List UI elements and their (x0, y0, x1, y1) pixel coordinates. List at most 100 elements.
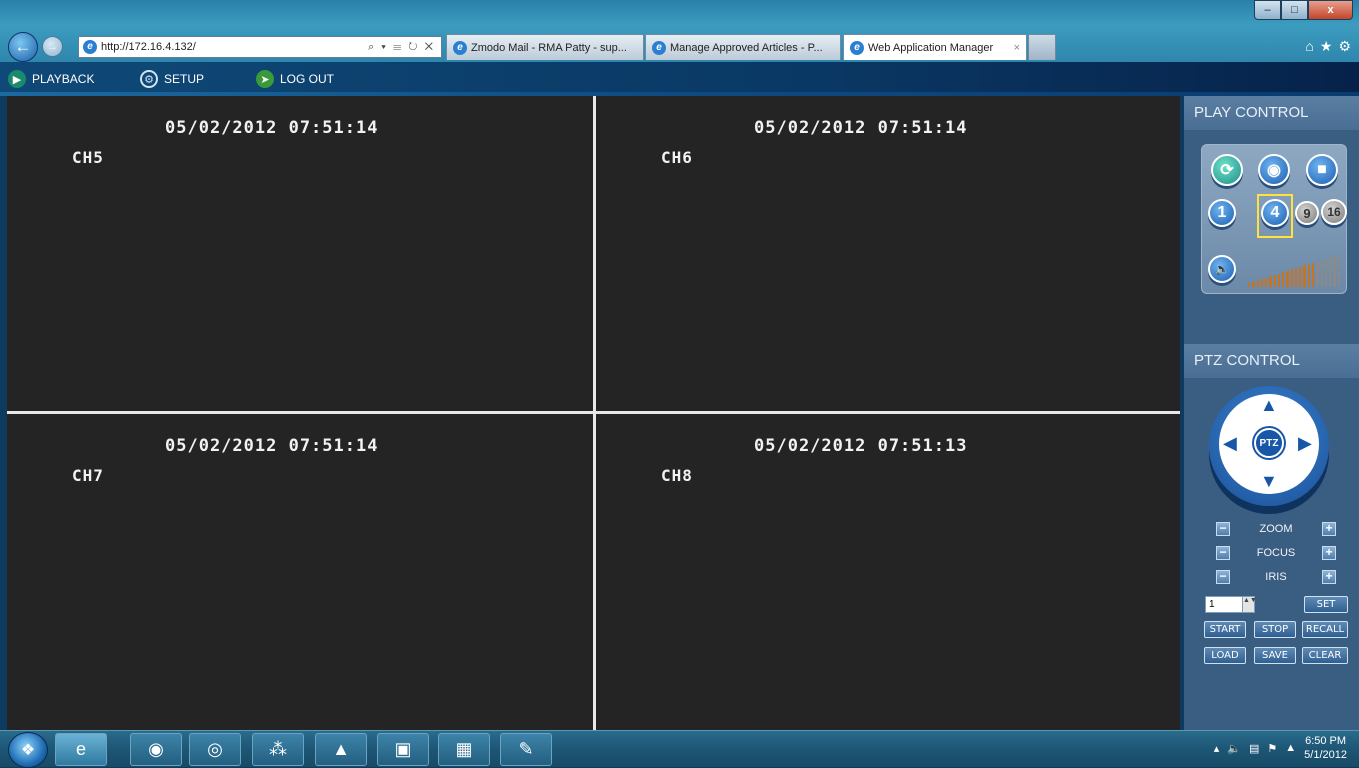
ptz-joystick-pad: ▲ ▼ ◀ ▶ PTZ (1219, 394, 1319, 494)
clear-button[interactable]: CLEAR (1302, 647, 1348, 664)
layout-16-button[interactable]: 16 (1321, 199, 1347, 225)
forward-arrow-icon: → (47, 40, 58, 53)
zoom-plus-button[interactable]: + (1322, 522, 1336, 536)
address-tools-icons[interactable]: ⌕ ▾ ☰ ↻ ✕ (368, 41, 441, 54)
favorites-star-icon[interactable]: ★ (1320, 38, 1333, 55)
firefox-icon[interactable]: ◉ (130, 733, 182, 766)
paint-icon[interactable]: ✎ (500, 733, 552, 766)
windows-taskbar: ❖ e ◉ ◎ ⁂ ▲ ▣ ▦ ✎ ▴ 🔈 ▤ ⚑ ▲ 6:50 PM 5/1/… (0, 730, 1359, 768)
file-explorer-icon[interactable]: ▦ (438, 733, 490, 766)
recall-button[interactable]: RECALL (1302, 621, 1348, 638)
start-button[interactable]: ❖ (8, 732, 48, 768)
google-drive-tray-icon[interactable]: ▲ (1285, 742, 1296, 754)
setup-label: SETUP (164, 72, 205, 86)
video-grid: 05/02/2012 07:51:14 CH5 05/02/2012 07:51… (7, 96, 1180, 730)
set-button[interactable]: SET (1304, 596, 1348, 613)
stop-button[interactable]: STOP (1254, 621, 1296, 638)
iris-minus-button[interactable]: − (1216, 570, 1230, 584)
volume-icon[interactable]: 🔈 (1227, 742, 1241, 755)
volume-bar (1265, 278, 1268, 287)
camera-channel-label: CH5 (72, 148, 104, 167)
load-button[interactable]: LOAD (1204, 647, 1246, 664)
show-hidden-icons-button[interactable]: ▴ (1214, 742, 1220, 755)
pan-left-arrow-icon[interactable]: ◀ (1223, 434, 1237, 452)
save-button[interactable]: SAVE (1254, 647, 1296, 664)
volume-bar (1311, 263, 1315, 287)
action-center-flag-icon[interactable]: ⚑ (1267, 742, 1277, 755)
preset-stepper[interactable]: ▲▼ (1242, 596, 1257, 613)
volume-bar (1324, 259, 1328, 287)
remote-desktop-icon[interactable]: ▣ (377, 733, 429, 766)
address-bar[interactable]: e http://172.16.4.132/ ⌕ ▾ ☰ ↻ ✕ (78, 36, 442, 58)
ie-tab-icon: e (453, 40, 467, 55)
home-icon[interactable]: ⌂ (1305, 38, 1313, 55)
gear-icon[interactable]: ⚙ (1338, 38, 1351, 55)
browser-toolbar: ⌂ ★ ⚙ (1305, 38, 1351, 55)
zoom-control: − ZOOM + (1216, 521, 1336, 537)
volume-bar (1260, 279, 1264, 287)
focus-minus-button[interactable]: − (1216, 546, 1230, 560)
google-drive-icon[interactable]: ▲ (315, 733, 367, 766)
setup-menu-button[interactable]: ⚙ SETUP (140, 70, 204, 88)
tab-close-icon[interactable]: × (1010, 42, 1020, 54)
volume-bar (1333, 256, 1336, 287)
volume-bar (1299, 267, 1302, 287)
pan-up-arrow-icon[interactable]: ▲ (1260, 396, 1278, 414)
camera-view-ch6[interactable]: 05/02/2012 07:51:14 CH6 (596, 96, 1180, 411)
clock-time: 6:50 PM (1305, 735, 1347, 747)
internet-explorer-icon[interactable]: e (55, 733, 107, 766)
play-control-box: ⟳ ◉ ■ 1 4 9 16 🔈 (1201, 144, 1347, 294)
new-tab-button[interactable] (1028, 34, 1056, 60)
volume-bar (1252, 282, 1255, 287)
network-icon[interactable]: ▤ (1249, 742, 1259, 755)
address-url[interactable]: http://172.16.4.132/ (101, 41, 368, 53)
ie-tab-icon: e (850, 40, 864, 55)
clock[interactable]: 6:50 PM 5/1/2012 (1304, 734, 1347, 762)
tab-web-application-manager[interactable]: e Web Application Manager × (843, 34, 1027, 60)
volume-bar (1248, 283, 1251, 287)
forward-button[interactable]: → (42, 36, 63, 57)
pan-right-arrow-icon[interactable]: ▶ (1298, 434, 1312, 452)
volume-bar (1269, 276, 1272, 287)
layout-9-button[interactable]: 9 (1295, 201, 1319, 225)
tab-label: Zmodo Mail - RMA Patty - sup... (471, 41, 627, 54)
focus-label: FOCUS (1256, 547, 1296, 559)
iris-plus-button[interactable]: + (1322, 570, 1336, 584)
snapshot-icon[interactable]: ◉ (1258, 154, 1290, 186)
gear-icon: ⚙ (140, 70, 158, 88)
fullscreen-icon[interactable]: ⟳ (1211, 154, 1243, 186)
tab-label: Manage Approved Articles - P... (670, 41, 823, 54)
logout-label: LOG OUT (280, 72, 335, 86)
playback-menu-button[interactable]: ▶ PLAYBACK (8, 70, 94, 88)
zoom-minus-button[interactable]: − (1216, 522, 1230, 536)
start-button[interactable]: START (1204, 621, 1246, 638)
back-arrow-icon: ← (14, 37, 32, 56)
volume-bar (1337, 255, 1340, 287)
network-app-icon[interactable]: ⁂ (252, 733, 304, 766)
camera-view-ch5[interactable]: 05/02/2012 07:51:14 CH5 (7, 96, 593, 411)
back-button[interactable]: ← (8, 32, 38, 62)
volume-speaker-icon[interactable]: 🔈 (1208, 255, 1236, 283)
tab-manage-articles[interactable]: e Manage Approved Articles - P... (645, 34, 841, 60)
play-control-title: PLAY CONTROL (1184, 96, 1359, 130)
close-window-button[interactable]: x (1308, 0, 1353, 20)
volume-bar (1294, 268, 1298, 287)
clock-date: 5/1/2012 (1304, 749, 1347, 761)
minimize-button[interactable]: – (1254, 0, 1281, 20)
logout-icon: ➤ (256, 70, 274, 88)
volume-bar (1290, 269, 1293, 287)
volume-slider[interactable] (1248, 253, 1340, 287)
camera-view-ch7[interactable]: 05/02/2012 07:51:14 CH7 (7, 414, 593, 730)
window-controls: – □ x (1254, 0, 1353, 20)
layout-1-button[interactable]: 1 (1208, 199, 1236, 227)
focus-plus-button[interactable]: + (1322, 546, 1336, 560)
tab-zmodo-mail[interactable]: e Zmodo Mail - RMA Patty - sup... (446, 34, 644, 60)
maximize-button[interactable]: □ (1281, 0, 1308, 20)
chrome-icon[interactable]: ◎ (189, 733, 241, 766)
ptz-center-button[interactable]: PTZ (1254, 428, 1284, 458)
record-icon[interactable]: ■ (1306, 154, 1338, 186)
camera-view-ch8[interactable]: 05/02/2012 07:51:13 CH8 (596, 414, 1180, 730)
logout-menu-button[interactable]: ➤ LOG OUT (256, 70, 334, 88)
browser-chrome: – □ x ← → e http://172.16.4.132/ ⌕ ▾ ☰ ↻… (0, 0, 1359, 62)
pan-down-arrow-icon[interactable]: ▼ (1260, 472, 1278, 490)
